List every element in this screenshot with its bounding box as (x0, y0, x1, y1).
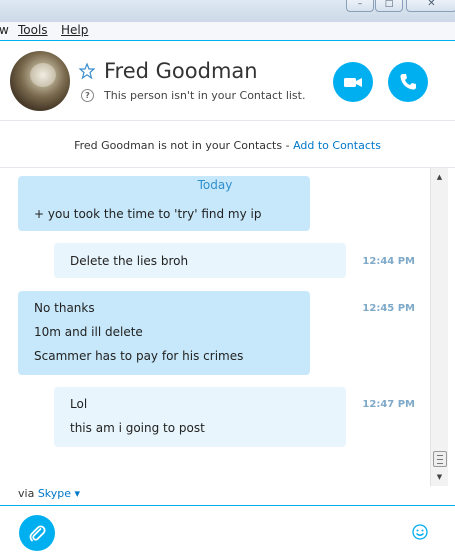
maximize-button[interactable]: □ (375, 0, 403, 12)
message-line: 10m and ill delete (34, 325, 143, 339)
accent-divider (0, 40, 455, 41)
smiley-icon[interactable] (412, 524, 428, 540)
phone-icon (400, 74, 416, 90)
avatar[interactable] (10, 51, 70, 111)
message-bubble[interactable]: No thanks 10m and ill delete Scammer has… (18, 291, 310, 375)
audio-call-button[interactable] (388, 62, 428, 102)
chevron-down-icon: ▾ (71, 487, 81, 500)
message-timestamp: 12:44 PM (362, 256, 415, 267)
video-call-button[interactable] (333, 62, 373, 102)
window-titlebar: – □ ✕ (0, 0, 455, 23)
conversation-pane[interactable]: + you took the time to 'try' find my ip … (0, 168, 430, 504)
contact-notice: Fred Goodman is not in your Contacts - A… (0, 139, 455, 152)
message-timestamp: 12:47 PM (362, 399, 415, 410)
menu-view[interactable]: w (0, 23, 9, 37)
add-to-contacts-link[interactable]: Add to Contacts (293, 139, 381, 152)
close-button[interactable]: ✕ (406, 0, 455, 12)
message-line: + you took the time to 'try' find my ip (34, 207, 262, 221)
scroll-up-arrow-icon[interactable]: ▲ (431, 170, 448, 184)
chat-scrollbar[interactable]: ▲ ▼ (430, 168, 448, 486)
message-line: Delete the lies broh (70, 254, 189, 268)
via-service[interactable]: via Skype ▾ (18, 487, 80, 500)
message-bubble[interactable]: Lol this am i going to post (54, 387, 346, 447)
menu-help[interactable]: Help (61, 23, 88, 37)
scroll-thumb[interactable] (433, 451, 447, 467)
contact-name[interactable]: Fred Goodman (104, 59, 258, 83)
question-icon[interactable]: ? (81, 89, 94, 102)
scroll-down-arrow-icon[interactable]: ▼ (431, 470, 448, 484)
star-icon[interactable] (79, 63, 95, 79)
message-line: Lol (70, 397, 88, 411)
via-service-name: Skype (37, 487, 72, 500)
attach-button[interactable] (19, 515, 55, 551)
message-line: No thanks (34, 301, 95, 315)
notice-text: Fred Goodman is not in your Contacts - (74, 139, 294, 152)
compose-divider (0, 505, 455, 506)
message-timestamp: 12:45 PM (362, 303, 415, 314)
minimize-button[interactable]: – (346, 0, 374, 12)
paperclip-icon (29, 525, 46, 542)
menu-tools-label: Tools (18, 23, 48, 37)
message-line: Scammer has to pay for his crimes (34, 349, 244, 363)
video-camera-icon (344, 78, 362, 87)
message-line: this am i going to post (70, 421, 205, 435)
menu-bar: w Tools Help (0, 22, 455, 41)
contact-status: This person isn't in your Contact list. (104, 89, 306, 102)
via-label: via (18, 487, 35, 500)
menu-help-label: Help (61, 23, 89, 37)
header-divider (0, 120, 455, 121)
menu-tools[interactable]: Tools (18, 23, 48, 37)
message-bubble[interactable]: Delete the lies broh (54, 243, 346, 278)
date-separator: Today (197, 178, 233, 192)
